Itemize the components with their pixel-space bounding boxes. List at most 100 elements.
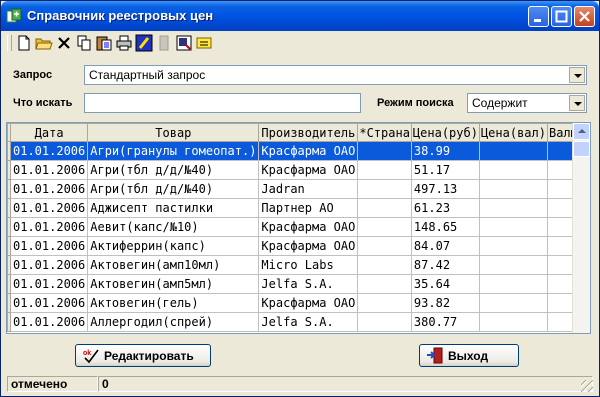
new-file-icon[interactable] [15, 34, 33, 52]
scroll-up-icon[interactable] [573, 123, 590, 140]
note-icon[interactable] [195, 34, 213, 52]
column-header-product[interactable]: Товар [87, 123, 260, 142]
edit-button[interactable]: ok Редактировать [75, 344, 211, 367]
cell-product[interactable]: Агри(гранулы гомеопат.) [87, 141, 260, 161]
cell-price-cur[interactable] [478, 236, 548, 256]
cell-country[interactable] [357, 198, 412, 218]
cell-price-cur[interactable] [478, 312, 548, 332]
table-row[interactable]: 01.01.2006 Аджисепт пастилки Партнер АО 61.… [7, 198, 590, 218]
cell-manufacturer[interactable]: Красфарма ОАО [258, 217, 359, 237]
cell-product[interactable]: Аджисепт пастилки [87, 198, 260, 218]
cell-country[interactable] [357, 255, 412, 275]
import-icon[interactable] [175, 34, 193, 52]
column-header-manufacturer[interactable]: Производитель [258, 123, 359, 142]
table-row[interactable]: 01.01.2006 Агри(гранулы гомеопат.) Красфар… [7, 141, 590, 161]
cell-price-cur[interactable] [478, 293, 548, 313]
maximize-button[interactable] [551, 6, 572, 27]
table-row[interactable]: 01.01.2006 Актовегин(амп5мл) Jelfa S.A. 35.… [7, 274, 590, 294]
delete-icon[interactable] [55, 34, 73, 52]
cell-price-rub[interactable]: 148.65 [410, 217, 480, 237]
minimize-button[interactable] [528, 6, 549, 27]
cell-date[interactable]: 01.01.2006 [9, 217, 89, 237]
search-input[interactable] [84, 93, 361, 113]
cell-manufacturer[interactable]: Jelfa S.A. [258, 312, 359, 332]
print-icon[interactable] [115, 34, 133, 52]
chevron-down-icon[interactable] [569, 67, 585, 83]
cell-product[interactable]: Аевит(капс/№10) [87, 217, 260, 237]
cell-country[interactable] [357, 293, 412, 313]
table-row[interactable]: 01.01.2006 Актовегин(гель) Красфарма ОАО 93… [7, 293, 590, 313]
cell-product[interactable]: Агри(тбл д/д/№40) [87, 160, 260, 180]
close-button[interactable] [574, 6, 595, 27]
table-row[interactable]: 01.01.2006 Агри(тбл д/д/№40) Красфарма ОАО… [7, 160, 590, 180]
cell-date[interactable]: 01.01.2006 [9, 236, 89, 256]
query-select[interactable]: Стандартный запрос [84, 65, 587, 85]
cell-manufacturer[interactable]: Красфарма ОАО [258, 293, 359, 313]
column-header-price-rub[interactable]: Цена(руб) [410, 123, 480, 142]
cell-price-cur[interactable] [478, 179, 548, 199]
cell-manufacturer[interactable]: Jadran [258, 179, 359, 199]
cell-date[interactable]: 01.01.2006 [9, 141, 89, 161]
cell-price-cur[interactable] [478, 160, 548, 180]
paste-icon[interactable] [95, 34, 113, 52]
cell-product[interactable]: Актиферрин(капс) [87, 236, 260, 256]
vertical-scrollbar[interactable] [572, 123, 590, 333]
cell-product[interactable]: Актовегин(амп10мл) [87, 255, 260, 275]
cell-date[interactable]: 01.01.2006 [9, 274, 89, 294]
cell-price-rub[interactable]: 84.07 [410, 236, 480, 256]
cell-price-rub[interactable]: 35.64 [410, 274, 480, 294]
cell-price-cur[interactable] [478, 274, 548, 294]
cell-price-cur[interactable] [478, 217, 548, 237]
cell-product[interactable]: Аллергодил(спрей) [87, 312, 260, 332]
cell-date[interactable]: 01.01.2006 [9, 198, 89, 218]
cell-product[interactable]: Агри(тбл д/д/№40) [87, 179, 260, 199]
cell-country[interactable] [357, 217, 412, 237]
cell-price-rub[interactable]: 497.13 [410, 179, 480, 199]
cell-product[interactable]: Актовегин(гель) [87, 293, 260, 313]
edit-icon[interactable] [135, 34, 153, 52]
cell-price-rub[interactable]: 380.77 [410, 312, 480, 332]
cell-date[interactable]: 01.01.2006 [9, 255, 89, 275]
open-folder-icon[interactable] [35, 34, 53, 52]
table-row[interactable]: 01.01.2006 Актиферрин(капс) Красфарма ОАО 8… [7, 236, 590, 256]
column-header-date[interactable]: Дата [9, 123, 89, 142]
cell-price-rub[interactable]: 51.17 [410, 160, 480, 180]
cell-price-cur[interactable] [478, 255, 548, 275]
cell-price-rub[interactable]: 38.99 [410, 141, 480, 161]
cell-date[interactable]: 01.01.2006 [9, 293, 89, 313]
table-row[interactable]: 01.01.2006 Агри(тбл д/д/№40) Jadran 497.13 [7, 179, 590, 199]
cell-country[interactable] [357, 312, 412, 332]
cell-manufacturer[interactable]: Jelfa S.A. [258, 274, 359, 294]
search-mode-select[interactable]: Содержит [467, 93, 587, 113]
cell-manufacturer[interactable]: Micro Labs [258, 255, 359, 275]
scroll-thumb[interactable] [573, 141, 590, 157]
cell-price-rub[interactable]: 87.42 [410, 255, 480, 275]
cell-product[interactable]: Актовегин(амп5мл) [87, 274, 260, 294]
cell-country[interactable] [357, 274, 412, 294]
cell-price-cur[interactable] [478, 141, 548, 161]
column-header-country[interactable]: *Страна [357, 123, 412, 142]
resize-grip-icon[interactable] [581, 380, 593, 392]
cell-price-rub[interactable]: 61.23 [410, 198, 480, 218]
cell-manufacturer[interactable]: Красфарма ОАО [258, 236, 359, 256]
cell-country[interactable] [357, 179, 412, 199]
table-row[interactable]: 01.01.2006 Актовегин(амп10мл) Micro Labs 87… [7, 255, 590, 275]
toolbar-grip[interactable] [7, 35, 12, 51]
cell-date[interactable]: 01.01.2006 [9, 160, 89, 180]
title-bar[interactable]: Справочник реестровых цен [1, 1, 599, 31]
exit-button[interactable]: Выход [419, 344, 519, 367]
cell-manufacturer[interactable]: Красфарма ОАО [258, 141, 359, 161]
cell-country[interactable] [357, 141, 412, 161]
cell-manufacturer[interactable]: Партнер АО [258, 198, 359, 218]
cell-country[interactable] [357, 160, 412, 180]
cell-date[interactable]: 01.01.2006 [9, 312, 89, 332]
cell-manufacturer[interactable]: Красфарма ОАО [258, 160, 359, 180]
copy-icon[interactable] [75, 34, 93, 52]
cell-price-cur[interactable] [478, 198, 548, 218]
table-row[interactable]: 01.01.2006 Аевит(капс/№10) Красфарма ОАО 14… [7, 217, 590, 237]
column-header-price-cur[interactable]: Цена(вал) [478, 123, 548, 142]
chevron-down-icon[interactable] [569, 95, 585, 111]
price-grid[interactable]: Дата Товар Производитель *Страна Цена(ру… [6, 122, 591, 334]
table-row[interactable]: 01.01.2006 Аллергодил(спрей) Jelfa S.A. 380… [7, 312, 590, 332]
cell-price-rub[interactable]: 93.82 [410, 293, 480, 313]
